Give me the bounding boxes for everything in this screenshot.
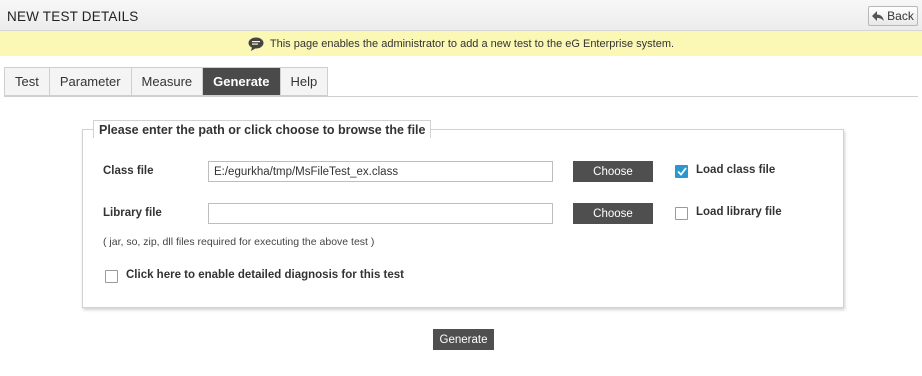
- library-file-input[interactable]: [208, 203, 553, 224]
- info-message: This page enables the administrator to a…: [269, 37, 675, 50]
- tab-measure[interactable]: Measure: [131, 68, 204, 95]
- class-file-input[interactable]: [208, 161, 553, 182]
- tab-bar: Test Parameter Measure Generate Help: [4, 67, 329, 96]
- back-arrow-icon: [872, 11, 885, 21]
- title-bar: NEW TEST DETAILS Back: [0, 0, 922, 31]
- page-title: NEW TEST DETAILS: [7, 9, 139, 24]
- tab-parameter[interactable]: Parameter: [49, 68, 132, 95]
- tab-help[interactable]: Help: [280, 68, 328, 95]
- back-button-label: Back: [887, 9, 914, 23]
- tab-generate[interactable]: Generate: [203, 68, 281, 95]
- choose-library-file-button[interactable]: Choose: [573, 203, 653, 224]
- tab-test[interactable]: Test: [5, 68, 50, 95]
- info-bar: This page enables the administrator to a…: [0, 31, 922, 56]
- class-file-label: Class file: [103, 165, 154, 177]
- panel-legend: Please enter the path or click choose to…: [93, 120, 432, 138]
- generate-button[interactable]: Generate: [433, 329, 494, 350]
- tab-divider: [4, 96, 918, 97]
- library-file-label: Library file: [103, 207, 162, 219]
- load-library-file-checkbox[interactable]: [675, 207, 688, 220]
- speech-bubble-icon: [248, 37, 264, 51]
- detailed-diagnosis-checkbox[interactable]: [105, 270, 118, 283]
- load-class-file-checkbox[interactable]: [675, 165, 688, 178]
- load-library-file-label: Load library file: [696, 206, 782, 218]
- load-class-file-label: Load class file: [696, 164, 776, 176]
- choose-class-file-button[interactable]: Choose: [573, 161, 653, 182]
- detailed-diagnosis-label: Click here to enable detailed diagnosis …: [126, 269, 404, 281]
- checkmark-icon: [676, 167, 687, 176]
- back-button[interactable]: Back: [868, 6, 918, 26]
- library-hint: ( jar, so, zip, dll files required for e…: [103, 236, 375, 248]
